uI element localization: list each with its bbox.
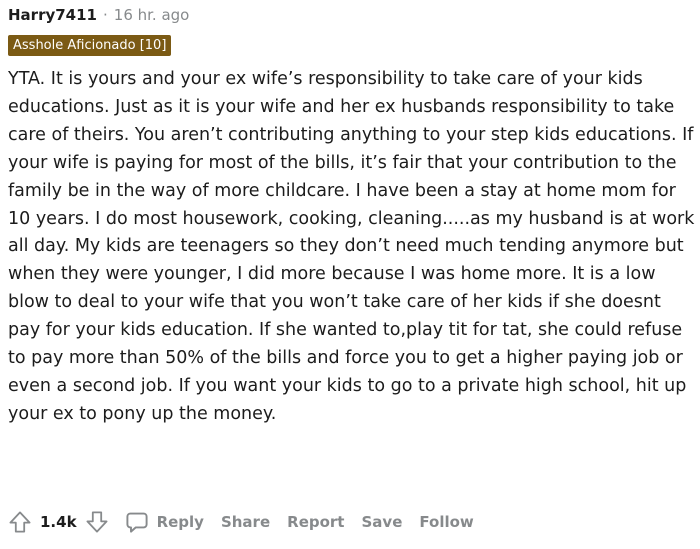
comment-header: Harry7411 · 16 hr. ago bbox=[8, 6, 189, 24]
downvote-arrow-icon[interactable] bbox=[83, 508, 111, 536]
save-button[interactable]: Save bbox=[361, 513, 402, 531]
comment-body: YTA. It is yours and your ex wife’s resp… bbox=[8, 66, 696, 429]
reply-label: Reply bbox=[156, 513, 204, 531]
author-username[interactable]: Harry7411 bbox=[8, 6, 97, 24]
comment-text: YTA. It is yours and your ex wife’s resp… bbox=[8, 69, 695, 424]
speech-bubble-icon bbox=[126, 512, 148, 533]
report-button[interactable]: Report bbox=[287, 513, 344, 531]
follow-button[interactable]: Follow bbox=[419, 513, 473, 531]
comment: Harry7411 · 16 hr. ago Asshole Aficionad… bbox=[0, 0, 700, 549]
user-flair: Asshole Aficionado [10] bbox=[8, 35, 172, 56]
upvote-arrow-icon[interactable] bbox=[6, 508, 34, 536]
share-button[interactable]: Share bbox=[221, 513, 270, 531]
timestamp[interactable]: 16 hr. ago bbox=[114, 6, 190, 24]
reply-button[interactable]: Reply bbox=[125, 510, 204, 534]
vote-score: 1.4k bbox=[40, 513, 77, 531]
comment-action-bar: 1.4k Reply Share Report Save Follow bbox=[6, 504, 491, 540]
meta-separator: · bbox=[103, 6, 108, 24]
